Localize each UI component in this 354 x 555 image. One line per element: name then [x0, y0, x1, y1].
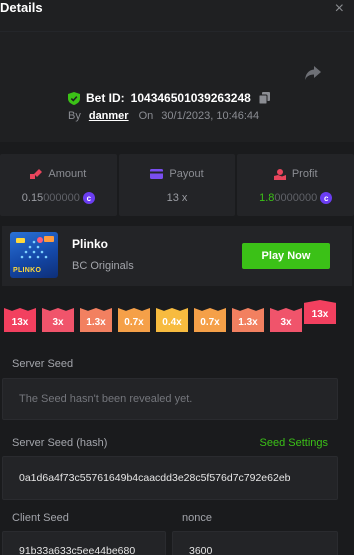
stat-payout-value: 13 x: [166, 192, 188, 204]
stat-amount: Amount 0.15000000 c: [0, 154, 117, 216]
coin-icon: c: [82, 192, 95, 204]
wallet-icon: [150, 169, 164, 179]
bet-id-value: 104346501039263248: [130, 91, 251, 105]
bet-stats: Amount 0.15000000 c Payout 13 x Profit 1…: [0, 154, 354, 216]
on-label: On: [138, 110, 154, 122]
server-seed-hash-field[interactable]: 0a1d6a4f73c55761649b4caacdd3e28c5f576d7c…: [2, 456, 338, 500]
plinko-multiplier-row: 13x 3x 1.3x 0.7x 0.4x 0.7x 1.3x 3x 13x: [4, 300, 350, 334]
stat-amount-value: 0.15: [21, 192, 44, 204]
copy-icon[interactable]: [258, 92, 270, 104]
game-thumbnail[interactable]: PLINKO: [10, 232, 58, 278]
stat-amount-decimals: 000000: [43, 192, 80, 204]
server-seed-placeholder: The Seed hasn't been revealed yet.: [19, 393, 193, 405]
multiplier-bucket-active: 13x: [304, 300, 336, 324]
profit-icon: [273, 168, 286, 180]
client-seed-field[interactable]: 91b33a633c5ee44be680: [2, 531, 166, 555]
stat-profit: Profit 1.80000000 c: [237, 154, 354, 216]
bet-id-row: Bet ID: 104346501039263248: [68, 90, 270, 106]
share-icon[interactable]: [304, 65, 322, 81]
bet-datetime: 30/1/2023, 10:46:44: [161, 110, 260, 122]
multiplier-bucket: 0.7x: [118, 308, 150, 332]
bet-id-label: Bet ID:: [86, 91, 125, 105]
shield-check-icon: [68, 91, 80, 105]
server-seed-label: Server Seed: [12, 358, 74, 370]
stat-profit-value: 1.8: [259, 192, 275, 204]
stat-profit-decimals: 0000000: [274, 192, 318, 204]
bet-meta-row: By danmer On 30/1/2023, 10:46:44: [68, 110, 259, 122]
server-seed-field[interactable]: The Seed hasn't been revealed yet.: [2, 378, 338, 420]
stat-payout-label: Payout: [169, 168, 204, 180]
client-seed-value: 91b33a633c5ee44be680: [19, 545, 136, 555]
multiplier-bucket: 0.4x: [156, 308, 188, 332]
bet-summary: Bet ID: 104346501039263248 By danmer On …: [0, 32, 354, 142]
stat-amount-label: Amount: [48, 168, 87, 180]
game-name: Plinko: [72, 237, 109, 251]
page-title: Details: [0, 0, 43, 15]
details-header: Details ×: [0, 0, 354, 32]
game-logo-text: PLINKO: [13, 267, 42, 274]
stat-payout: Payout 13 x: [118, 154, 236, 216]
close-icon[interactable]: ×: [335, 0, 344, 18]
multiplier-bucket: 1.3x: [80, 308, 112, 332]
multiplier-bucket: 1.3x: [232, 308, 264, 332]
stat-profit-label: Profit: [291, 168, 318, 180]
play-now-button[interactable]: Play Now: [242, 243, 330, 269]
seed-settings-link[interactable]: Seed Settings: [260, 437, 329, 449]
nonce-label: nonce: [182, 512, 212, 524]
nonce-value: 3600: [189, 545, 213, 555]
nonce-field[interactable]: 3600: [172, 531, 338, 555]
game-card: PLINKO Plinko BC Originals Play Now: [2, 226, 352, 286]
coin-icon: c: [320, 192, 333, 204]
by-label: By: [68, 110, 81, 122]
game-provider: BC Originals: [72, 260, 134, 272]
username-link[interactable]: danmer: [89, 110, 129, 122]
multiplier-bucket: 13x: [4, 308, 36, 332]
multiplier-bucket: 3x: [270, 308, 302, 332]
multiplier-bucket: 0.7x: [194, 308, 226, 332]
server-seed-hash-value: 0a1d6a4f73c55761649b4caacdd3e28c5f576d7c…: [19, 472, 291, 484]
multiplier-bucket: 3x: [42, 308, 74, 332]
client-seed-label: Client Seed: [12, 512, 69, 524]
amount-icon: [30, 169, 43, 179]
server-seed-hash-label: Server Seed (hash): [12, 437, 108, 449]
